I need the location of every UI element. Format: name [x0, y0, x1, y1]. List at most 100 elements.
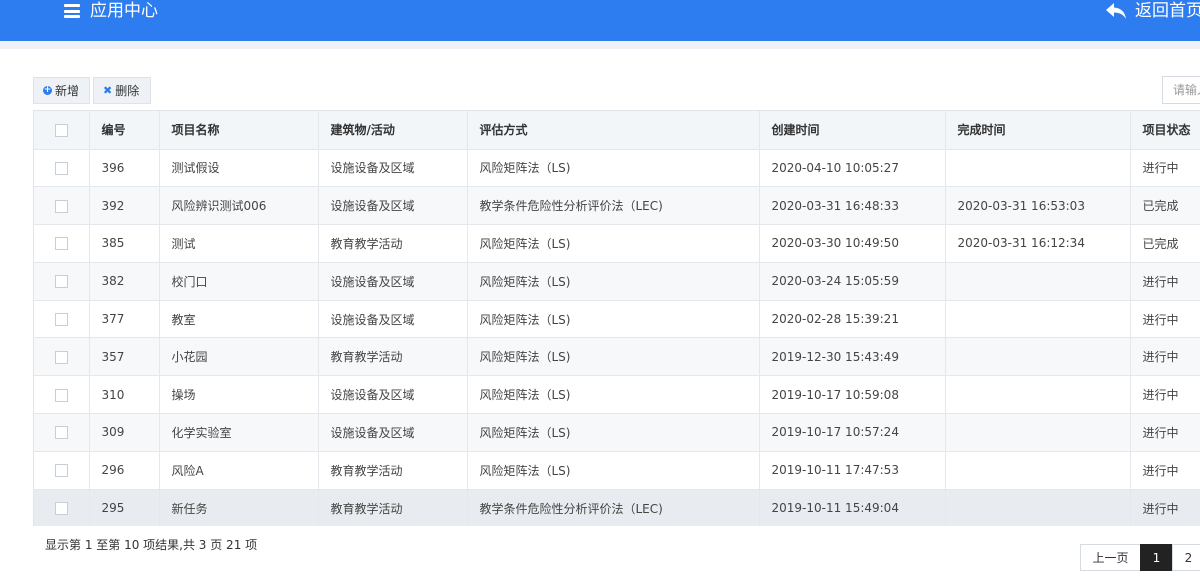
add-button[interactable]: + 新增	[33, 77, 90, 104]
column-header-status[interactable]: 项目状态	[1130, 111, 1200, 150]
cell-completed: 2020-03-31 16:53:03	[945, 186, 1131, 226]
cell-building: 教育教学活动	[318, 489, 468, 526]
row-checkbox[interactable]	[54, 275, 68, 289]
cell-method: 教学条件危险性分析评价法（LEC)	[467, 186, 760, 226]
cell-created: 2019-10-11 15:49:04	[759, 489, 946, 526]
cell-name: 教室	[159, 300, 319, 339]
cell-id: 357	[89, 337, 160, 377]
cell-building: 教育教学活动	[318, 451, 468, 490]
cell-completed	[945, 489, 1131, 526]
hamburger-icon[interactable]	[64, 4, 80, 18]
column-header-created[interactable]: 创建时间	[759, 111, 946, 150]
cell-created: 2019-12-30 15:43:49	[759, 337, 946, 377]
cell-status: 进行中	[1130, 337, 1200, 377]
cell-created: 2020-04-10 10:05:27	[759, 149, 946, 188]
table-row[interactable]: 310 操场 设施设备及区域 风险矩阵法（LS) 2019-10-17 10:5…	[34, 375, 1200, 415]
table-row[interactable]: 296 风险A 教育教学活动 风险矩阵法（LS) 2019-10-11 17:4…	[34, 451, 1200, 490]
row-checkbox-cell	[34, 413, 90, 452]
cell-completed	[945, 149, 1131, 188]
row-checkbox[interactable]	[54, 464, 68, 478]
row-checkbox[interactable]	[54, 388, 68, 402]
cell-building: 设施设备及区域	[318, 413, 468, 452]
cell-status: 进行中	[1130, 375, 1200, 415]
cell-method: 风险矩阵法（LS)	[467, 224, 760, 263]
column-header-building[interactable]: 建筑物/活动	[318, 111, 468, 150]
row-checkbox[interactable]	[54, 313, 68, 327]
row-checkbox-cell	[34, 337, 90, 377]
cell-method: 风险矩阵法（LS)	[467, 451, 760, 490]
app-title: 应用中心	[90, 1, 158, 21]
cell-id: 385	[89, 224, 160, 263]
cell-created: 2020-02-28 15:39:21	[759, 300, 946, 339]
row-checkbox-cell	[34, 262, 90, 301]
column-header-id[interactable]: 编号	[89, 111, 160, 150]
cell-status: 进行中	[1130, 149, 1200, 188]
search-input[interactable]	[1162, 76, 1200, 104]
row-checkbox[interactable]	[54, 199, 68, 213]
column-header-method[interactable]: 评估方式	[467, 111, 760, 150]
table-row[interactable]: 396 测试假设 设施设备及区域 风险矩阵法（LS) 2020-04-10 10…	[34, 149, 1200, 188]
cell-completed	[945, 375, 1131, 415]
delete-button[interactable]: ✖ 删除	[93, 77, 151, 104]
table-row[interactable]: 295 新任务 教育教学活动 教学条件危险性分析评价法（LEC) 2019-10…	[34, 489, 1200, 526]
cell-status: 已完成	[1130, 186, 1200, 226]
cell-created: 2020-03-24 15:05:59	[759, 262, 946, 301]
table-row[interactable]: 392 风险辨识测试006 设施设备及区域 教学条件危险性分析评价法（LEC) …	[34, 186, 1200, 226]
cell-completed	[945, 337, 1131, 377]
back-arrow-icon	[1106, 3, 1126, 19]
top-bar: 应用中心 返回首页	[0, 0, 1200, 41]
cell-id: 377	[89, 300, 160, 339]
add-button-label: 新增	[55, 84, 80, 98]
cell-id: 295	[89, 489, 160, 526]
cell-name: 新任务	[159, 489, 319, 526]
back-home-link[interactable]: 返回首页	[1105, 0, 1200, 22]
cell-completed	[945, 262, 1131, 301]
row-checkbox-cell	[34, 489, 90, 526]
row-checkbox[interactable]	[54, 161, 68, 175]
cell-building: 设施设备及区域	[318, 186, 468, 226]
page-button-2[interactable]: 2	[1172, 544, 1200, 571]
row-checkbox[interactable]	[54, 237, 68, 251]
cell-name: 风险A	[159, 451, 319, 490]
table-row[interactable]: 382 校门口 设施设备及区域 风险矩阵法（LS) 2020-03-24 15:…	[34, 262, 1200, 301]
table-row[interactable]: 385 测试 教育教学活动 风险矩阵法（LS) 2020-03-30 10:49…	[34, 224, 1200, 263]
cell-completed: 2020-03-31 16:12:34	[945, 224, 1131, 263]
column-header-name[interactable]: 项目名称	[159, 111, 319, 150]
cell-name: 测试假设	[159, 149, 319, 188]
table-row[interactable]: 377 教室 设施设备及区域 风险矩阵法（LS) 2020-02-28 15:3…	[34, 300, 1200, 339]
cell-name: 化学实验室	[159, 413, 319, 452]
row-checkbox-cell	[34, 451, 90, 490]
cell-status: 已完成	[1130, 224, 1200, 263]
cell-created: 2019-10-17 10:59:08	[759, 375, 946, 415]
row-checkbox[interactable]	[54, 350, 68, 364]
cell-created: 2020-03-31 16:48:33	[759, 186, 946, 226]
cell-name: 校门口	[159, 262, 319, 301]
header-divider	[0, 41, 1200, 49]
column-header-completed[interactable]: 完成时间	[945, 111, 1131, 150]
page-button-1[interactable]: 1	[1140, 544, 1173, 571]
row-checkbox-cell	[34, 375, 90, 415]
cell-building: 设施设备及区域	[318, 300, 468, 339]
cell-completed	[945, 451, 1131, 490]
cell-method: 风险矩阵法（LS)	[467, 262, 760, 301]
cell-completed	[945, 300, 1131, 339]
menu-toggle[interactable]: 应用中心	[64, 0, 158, 22]
delete-button-label: 删除	[115, 84, 140, 98]
table-row[interactable]: 309 化学实验室 设施设备及区域 风险矩阵法（LS) 2019-10-17 1…	[34, 413, 1200, 452]
select-all-checkbox[interactable]	[54, 123, 68, 137]
cell-id: 309	[89, 413, 160, 452]
table-row[interactable]: 357 小花园 教育教学活动 风险矩阵法（LS) 2019-12-30 15:4…	[34, 337, 1200, 377]
table-header-row: 编号 项目名称 建筑物/活动 评估方式 创建时间 完成时间 项目状态	[34, 111, 1200, 150]
cell-name: 小花园	[159, 337, 319, 377]
cell-id: 296	[89, 451, 160, 490]
row-checkbox[interactable]	[54, 426, 68, 440]
cell-id: 396	[89, 149, 160, 188]
cell-status: 进行中	[1130, 300, 1200, 339]
cell-id: 392	[89, 186, 160, 226]
cell-id: 310	[89, 375, 160, 415]
prev-page-button[interactable]: 上一页	[1080, 544, 1141, 571]
cell-created: 2019-10-17 10:57:24	[759, 413, 946, 452]
row-checkbox-cell	[34, 300, 90, 339]
row-checkbox[interactable]	[54, 502, 68, 516]
row-checkbox-cell	[34, 149, 90, 188]
